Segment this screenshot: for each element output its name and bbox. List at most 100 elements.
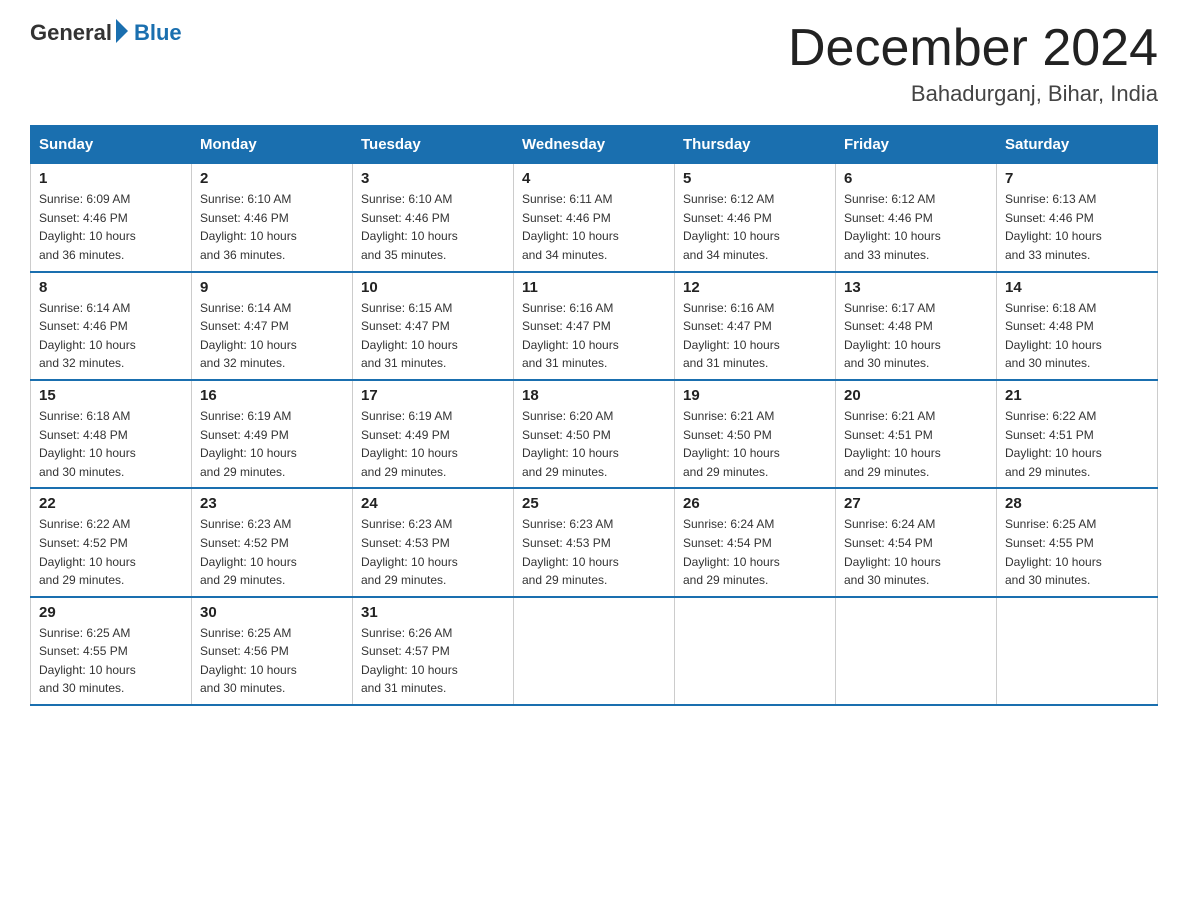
- calendar-day-cell: 13 Sunrise: 6:17 AM Sunset: 4:48 PM Dayl…: [836, 272, 997, 380]
- day-info: Sunrise: 6:09 AM Sunset: 4:46 PM Dayligh…: [39, 190, 183, 264]
- calendar-day-cell: 5 Sunrise: 6:12 AM Sunset: 4:46 PM Dayli…: [675, 164, 836, 272]
- day-number: 5: [683, 170, 827, 187]
- day-info: Sunrise: 6:24 AM Sunset: 4:54 PM Dayligh…: [844, 515, 988, 589]
- day-number: 22: [39, 495, 183, 512]
- day-number: 27: [844, 495, 988, 512]
- calendar-day-cell: 2 Sunrise: 6:10 AM Sunset: 4:46 PM Dayli…: [192, 164, 353, 272]
- calendar-week-row: 22 Sunrise: 6:22 AM Sunset: 4:52 PM Dayl…: [31, 488, 1158, 596]
- day-info: Sunrise: 6:10 AM Sunset: 4:46 PM Dayligh…: [200, 190, 344, 264]
- day-info: Sunrise: 6:22 AM Sunset: 4:52 PM Dayligh…: [39, 515, 183, 589]
- weekday-header-sunday: Sunday: [31, 126, 192, 164]
- calendar-day-cell: 24 Sunrise: 6:23 AM Sunset: 4:53 PM Dayl…: [353, 488, 514, 596]
- calendar-week-row: 1 Sunrise: 6:09 AM Sunset: 4:46 PM Dayli…: [31, 164, 1158, 272]
- month-year-title: December 2024: [788, 20, 1158, 77]
- day-info: Sunrise: 6:22 AM Sunset: 4:51 PM Dayligh…: [1005, 407, 1149, 481]
- calendar-day-cell: 22 Sunrise: 6:22 AM Sunset: 4:52 PM Dayl…: [31, 488, 192, 596]
- calendar-day-cell: 11 Sunrise: 6:16 AM Sunset: 4:47 PM Dayl…: [514, 272, 675, 380]
- calendar-day-cell: 15 Sunrise: 6:18 AM Sunset: 4:48 PM Dayl…: [31, 380, 192, 488]
- calendar-day-cell: 30 Sunrise: 6:25 AM Sunset: 4:56 PM Dayl…: [192, 597, 353, 705]
- calendar-day-cell: 29 Sunrise: 6:25 AM Sunset: 4:55 PM Dayl…: [31, 597, 192, 705]
- day-info: Sunrise: 6:19 AM Sunset: 4:49 PM Dayligh…: [361, 407, 505, 481]
- weekday-header-friday: Friday: [836, 126, 997, 164]
- day-info: Sunrise: 6:23 AM Sunset: 4:53 PM Dayligh…: [522, 515, 666, 589]
- day-number: 7: [1005, 170, 1149, 187]
- logo-general-text: General: [30, 20, 112, 46]
- day-number: 23: [200, 495, 344, 512]
- calendar-day-cell: 4 Sunrise: 6:11 AM Sunset: 4:46 PM Dayli…: [514, 164, 675, 272]
- day-number: 16: [200, 387, 344, 404]
- day-info: Sunrise: 6:14 AM Sunset: 4:46 PM Dayligh…: [39, 299, 183, 373]
- day-number: 29: [39, 604, 183, 621]
- day-info: Sunrise: 6:20 AM Sunset: 4:50 PM Dayligh…: [522, 407, 666, 481]
- day-info: Sunrise: 6:10 AM Sunset: 4:46 PM Dayligh…: [361, 190, 505, 264]
- calendar-week-row: 8 Sunrise: 6:14 AM Sunset: 4:46 PM Dayli…: [31, 272, 1158, 380]
- day-info: Sunrise: 6:16 AM Sunset: 4:47 PM Dayligh…: [683, 299, 827, 373]
- day-number: 13: [844, 279, 988, 296]
- calendar-day-cell: 7 Sunrise: 6:13 AM Sunset: 4:46 PM Dayli…: [997, 164, 1158, 272]
- day-info: Sunrise: 6:14 AM Sunset: 4:47 PM Dayligh…: [200, 299, 344, 373]
- calendar-day-cell: 25 Sunrise: 6:23 AM Sunset: 4:53 PM Dayl…: [514, 488, 675, 596]
- day-info: Sunrise: 6:21 AM Sunset: 4:51 PM Dayligh…: [844, 407, 988, 481]
- calendar-day-cell: 26 Sunrise: 6:24 AM Sunset: 4:54 PM Dayl…: [675, 488, 836, 596]
- day-info: Sunrise: 6:23 AM Sunset: 4:52 PM Dayligh…: [200, 515, 344, 589]
- day-number: 15: [39, 387, 183, 404]
- day-info: Sunrise: 6:12 AM Sunset: 4:46 PM Dayligh…: [844, 190, 988, 264]
- day-number: 19: [683, 387, 827, 404]
- day-number: 26: [683, 495, 827, 512]
- calendar-day-cell: 31 Sunrise: 6:26 AM Sunset: 4:57 PM Dayl…: [353, 597, 514, 705]
- weekday-header-row: SundayMondayTuesdayWednesdayThursdayFrid…: [31, 126, 1158, 164]
- calendar-day-cell: 10 Sunrise: 6:15 AM Sunset: 4:47 PM Dayl…: [353, 272, 514, 380]
- day-number: 24: [361, 495, 505, 512]
- logo: General Blue: [30, 20, 182, 46]
- calendar-day-cell: 20 Sunrise: 6:21 AM Sunset: 4:51 PM Dayl…: [836, 380, 997, 488]
- calendar-week-row: 15 Sunrise: 6:18 AM Sunset: 4:48 PM Dayl…: [31, 380, 1158, 488]
- day-info: Sunrise: 6:18 AM Sunset: 4:48 PM Dayligh…: [39, 407, 183, 481]
- calendar-day-cell: 21 Sunrise: 6:22 AM Sunset: 4:51 PM Dayl…: [997, 380, 1158, 488]
- logo-blue-text: Blue: [134, 20, 182, 46]
- logo-arrow-icon: [116, 19, 128, 43]
- day-number: 12: [683, 279, 827, 296]
- calendar-day-cell: 23 Sunrise: 6:23 AM Sunset: 4:52 PM Dayl…: [192, 488, 353, 596]
- calendar-day-cell: [514, 597, 675, 705]
- calendar-day-cell: 16 Sunrise: 6:19 AM Sunset: 4:49 PM Dayl…: [192, 380, 353, 488]
- day-info: Sunrise: 6:15 AM Sunset: 4:47 PM Dayligh…: [361, 299, 505, 373]
- day-info: Sunrise: 6:24 AM Sunset: 4:54 PM Dayligh…: [683, 515, 827, 589]
- day-number: 1: [39, 170, 183, 187]
- calendar-day-cell: 17 Sunrise: 6:19 AM Sunset: 4:49 PM Dayl…: [353, 380, 514, 488]
- day-info: Sunrise: 6:26 AM Sunset: 4:57 PM Dayligh…: [361, 624, 505, 698]
- day-info: Sunrise: 6:25 AM Sunset: 4:55 PM Dayligh…: [1005, 515, 1149, 589]
- calendar-day-cell: 8 Sunrise: 6:14 AM Sunset: 4:46 PM Dayli…: [31, 272, 192, 380]
- day-info: Sunrise: 6:11 AM Sunset: 4:46 PM Dayligh…: [522, 190, 666, 264]
- calendar-week-row: 29 Sunrise: 6:25 AM Sunset: 4:55 PM Dayl…: [31, 597, 1158, 705]
- weekday-header-saturday: Saturday: [997, 126, 1158, 164]
- day-info: Sunrise: 6:12 AM Sunset: 4:46 PM Dayligh…: [683, 190, 827, 264]
- day-number: 21: [1005, 387, 1149, 404]
- location-subtitle: Bahadurganj, Bihar, India: [788, 81, 1158, 107]
- day-number: 20: [844, 387, 988, 404]
- day-info: Sunrise: 6:25 AM Sunset: 4:56 PM Dayligh…: [200, 624, 344, 698]
- page-header: General Blue December 2024 Bahadurganj, …: [30, 20, 1158, 107]
- day-number: 2: [200, 170, 344, 187]
- calendar-day-cell: 19 Sunrise: 6:21 AM Sunset: 4:50 PM Dayl…: [675, 380, 836, 488]
- day-number: 30: [200, 604, 344, 621]
- calendar-day-cell: 3 Sunrise: 6:10 AM Sunset: 4:46 PM Dayli…: [353, 164, 514, 272]
- calendar-table: SundayMondayTuesdayWednesdayThursdayFrid…: [30, 125, 1158, 706]
- day-info: Sunrise: 6:25 AM Sunset: 4:55 PM Dayligh…: [39, 624, 183, 698]
- calendar-day-cell: 6 Sunrise: 6:12 AM Sunset: 4:46 PM Dayli…: [836, 164, 997, 272]
- calendar-day-cell: 14 Sunrise: 6:18 AM Sunset: 4:48 PM Dayl…: [997, 272, 1158, 380]
- day-number: 14: [1005, 279, 1149, 296]
- day-number: 6: [844, 170, 988, 187]
- day-info: Sunrise: 6:18 AM Sunset: 4:48 PM Dayligh…: [1005, 299, 1149, 373]
- calendar-day-cell: [675, 597, 836, 705]
- day-info: Sunrise: 6:13 AM Sunset: 4:46 PM Dayligh…: [1005, 190, 1149, 264]
- day-number: 10: [361, 279, 505, 296]
- calendar-day-cell: [836, 597, 997, 705]
- calendar-day-cell: 18 Sunrise: 6:20 AM Sunset: 4:50 PM Dayl…: [514, 380, 675, 488]
- calendar-day-cell: 9 Sunrise: 6:14 AM Sunset: 4:47 PM Dayli…: [192, 272, 353, 380]
- day-number: 28: [1005, 495, 1149, 512]
- weekday-header-thursday: Thursday: [675, 126, 836, 164]
- weekday-header-monday: Monday: [192, 126, 353, 164]
- day-number: 18: [522, 387, 666, 404]
- title-block: December 2024 Bahadurganj, Bihar, India: [788, 20, 1158, 107]
- calendar-day-cell: 28 Sunrise: 6:25 AM Sunset: 4:55 PM Dayl…: [997, 488, 1158, 596]
